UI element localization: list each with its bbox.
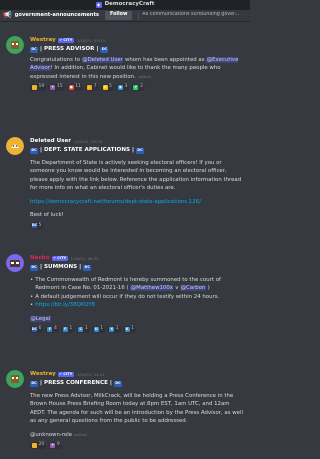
message-body: The new Press Advisor, MilkCrack, will b… — [30, 393, 243, 438]
message-body: • The Commonwealth of Redmont is hereby s… — [30, 277, 221, 322]
thumbs-up-icon: 👍 — [32, 85, 37, 91]
thumbs-up-icon: 👍 — [32, 442, 37, 448]
reaction-dc[interactable]: DC 6 — [30, 325, 44, 333]
party-icon: ✦ — [50, 442, 56, 448]
dc-logo-icon: DC — [31, 223, 38, 229]
announcement-channel-icon: 📢 — [3, 10, 12, 19]
follow-button[interactable]: Follow — [105, 11, 133, 20]
channel-header: 📢 government-announcements Follow All co… — [0, 10, 250, 22]
message-item: Westray ✔ CITY 1/16/21, 00:33 DC | PRESS … — [0, 36, 250, 92]
message-timestamp: 1/16/21, 06:39 — [70, 255, 99, 261]
avatar[interactable] — [6, 254, 24, 272]
medal-icon: ● — [68, 85, 74, 91]
message-heading: | PRESS CONFERENCE | — [40, 379, 112, 386]
message-item: Deleted User 1/16/21, 05:16 DC | DEPT. S… — [0, 137, 250, 230]
dc-logo-icon: DC — [113, 380, 122, 387]
reaction-party[interactable]: ✦ 15 — [48, 84, 65, 92]
city-tag: ✔ CITY — [51, 255, 68, 262]
forum-link[interactable]: https://democracycraft.net/forums/dept-s… — [30, 198, 244, 206]
message-timestamp: 1/16/21, 00:33 — [76, 37, 105, 43]
dc-logo-icon: DC — [30, 380, 38, 387]
reaction-globe[interactable]: ◉ 3 — [115, 84, 130, 92]
reaction-party[interactable]: ✦ 9 — [48, 441, 62, 449]
avatar[interactable] — [6, 36, 24, 54]
dc-logo-icon: DC — [30, 264, 38, 271]
globe-icon: ◉ — [117, 85, 123, 91]
letter-f-icon: F — [47, 326, 53, 332]
letter-c-icon: C — [78, 326, 84, 332]
reaction-thumbs-up[interactable]: 👍 19 — [30, 84, 47, 92]
message-timestamp: 1/16/21, 05:16 — [74, 138, 102, 144]
message-author[interactable]: Nacho — [30, 255, 50, 263]
app-title: DemocracyCraft — [104, 1, 155, 8]
dc-logo-icon: DC — [100, 46, 109, 53]
message-body: The Department of State is actively seek… — [30, 159, 244, 219]
case-link[interactable]: https://bit.ly/38QKUY8 — [35, 301, 95, 309]
letter-k-icon: K — [124, 326, 130, 332]
dc-logo-icon: DC — [30, 46, 38, 53]
letter-u-icon: U — [93, 326, 99, 332]
dc-logo-icon: DC — [136, 147, 145, 154]
city-tag: ✔ CITY — [57, 37, 74, 44]
user-mention[interactable]: @Deleted User — [81, 57, 124, 63]
channel-name: government-announcements — [14, 11, 100, 18]
message-item: Westray ✔ CITY 1/16/21, 14:21 DC | PRESS … — [0, 370, 250, 449]
sparkle-icon: ★ — [102, 85, 108, 91]
discord-logo-icon: ◆ — [95, 2, 102, 8]
letter-x-icon: X — [109, 326, 115, 332]
reaction-letter[interactable]: C1 — [76, 325, 90, 333]
app-titlebar: ◆ DemocracyCraft — [0, 0, 250, 10]
bullet-icon: • — [30, 277, 34, 283]
message-heading: | PRESS ADVISOR | — [40, 45, 99, 52]
bullet-icon: • — [30, 293, 34, 300]
message-timestamp: 1/16/21, 14:21 — [76, 371, 105, 377]
party-icon: ✦ — [50, 85, 56, 91]
message-item: Nacho ✔ CITY 1/16/21, 06:39 DC | SUMMONS … — [0, 254, 250, 333]
reaction-medal[interactable]: ● 11 — [66, 84, 84, 92]
message-author[interactable]: Westray — [30, 37, 56, 45]
city-tag: ✔ CITY — [57, 371, 74, 378]
role-mention[interactable]: @unknown-role — [30, 432, 72, 438]
reaction-clap[interactable]: ✋ 7 — [85, 84, 99, 92]
check-icon: ✔ — [133, 85, 139, 91]
reactions: DC 5 — [30, 222, 244, 230]
dc-logo-icon: DC — [30, 147, 38, 154]
reaction-letter[interactable]: X1 — [107, 325, 121, 333]
reaction-letter[interactable]: F4 — [45, 325, 59, 333]
message-author[interactable]: Westray — [30, 371, 56, 379]
reaction-dc[interactable]: DC 5 — [30, 222, 44, 230]
reaction-thumbs-up[interactable]: 👍 20 — [30, 441, 47, 449]
channel-topic[interactable]: All communications surrounding gover... — [138, 12, 239, 19]
reactions: 👍 19 ✦ 15 ● 11 ✋ 7 ★ 5 ◉ 3 ✔ 3 — [30, 84, 244, 92]
role-mention[interactable]: @Legal — [30, 315, 51, 322]
user-mention[interactable]: @Carbon — [180, 285, 206, 292]
reactions: 👍 20 ✦ 9 — [30, 441, 244, 449]
dc-logo-icon: DC — [83, 264, 92, 271]
user-mention[interactable]: @Matthew100x — [130, 285, 174, 292]
letter-f-icon: F — [62, 326, 68, 332]
reaction-letter[interactable]: F1 — [60, 325, 75, 333]
bullet-icon: • — [30, 302, 34, 309]
message-body: Congratulations to @Deleted User whom ha… — [30, 57, 239, 80]
avatar[interactable] — [6, 137, 24, 155]
avatar[interactable] — [6, 370, 24, 388]
reaction-sparkle[interactable]: ★ 5 — [100, 84, 114, 92]
clap-icon: ✋ — [87, 85, 93, 91]
message-heading: | DEPT. STATE APPLICATIONS | — [40, 146, 135, 153]
message-heading: | SUMMONS | — [40, 263, 82, 270]
reaction-letter[interactable]: K1 — [122, 325, 137, 333]
dc-logo-icon: DC — [31, 326, 38, 332]
reaction-check[interactable]: ✔ 3 — [131, 84, 145, 92]
reactions: DC 6 F4 F1 C1 U1 X1 K1 — [30, 325, 244, 333]
reaction-letter[interactable]: U1 — [91, 325, 106, 333]
message-author[interactable]: Deleted User — [30, 138, 71, 146]
